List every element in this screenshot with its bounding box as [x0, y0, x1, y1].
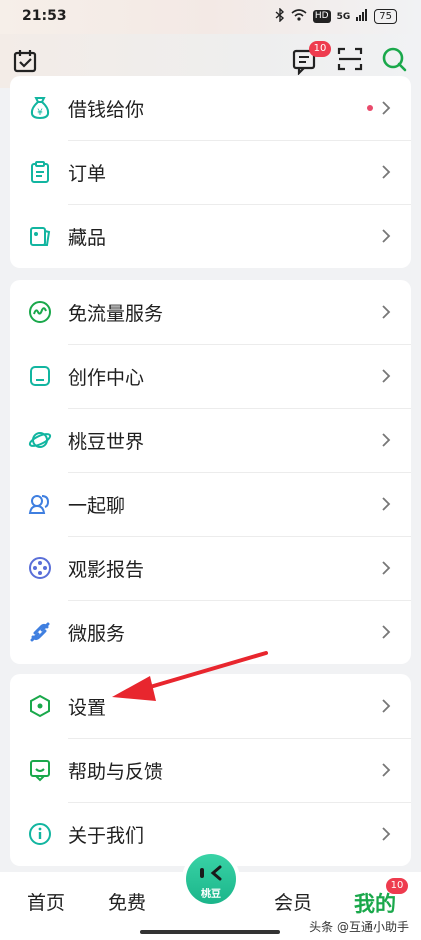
menu-item-viewing-report[interactable]: 观影报告: [10, 536, 411, 600]
menu-item-label: 藏品: [68, 226, 107, 249]
menu-item-label: 创作中心: [68, 366, 145, 389]
chevron-right-icon: [382, 561, 391, 575]
film-reel-icon: [29, 557, 51, 579]
menu-item-label: 微服务: [68, 622, 126, 645]
menu-item-label: 帮助与反馈: [68, 760, 164, 783]
scan-button[interactable]: [337, 46, 363, 76]
menu-item-label: 免流量服务: [68, 302, 164, 325]
chevron-right-icon: [382, 165, 391, 179]
home-indicator[interactable]: [140, 930, 280, 934]
chevron-right-icon: [382, 305, 391, 319]
menu-card-general: 设置 帮助与反馈 关于我们: [10, 674, 411, 866]
creation-icon: [30, 366, 50, 386]
bluetooth-icon: [275, 7, 285, 25]
menu-item-label: 一起聊: [68, 494, 126, 517]
signal-bars-icon: [356, 9, 368, 24]
status-time: 21:53: [22, 8, 67, 24]
menu-card-services: 免流量服务 创作中心 桃豆世界 一起聊 观影报告 微服务: [10, 280, 411, 664]
signal-5g: 5G: [336, 11, 351, 22]
menu-item-orders[interactable]: 订单: [10, 140, 411, 204]
menu-item-chat-together[interactable]: 一起聊: [10, 472, 411, 536]
menu-item-micro-service[interactable]: 微服务: [10, 600, 411, 664]
status-bar: 21:53 HD 5G 75: [0, 0, 421, 34]
nav-home[interactable]: 首页: [27, 888, 65, 915]
menu-item-creator-center[interactable]: 创作中心: [10, 344, 411, 408]
menu-item-label: 借钱给你: [68, 98, 145, 121]
clipboard-icon: [31, 161, 49, 183]
info-icon: [29, 823, 51, 845]
menu-item-label: 观影报告: [68, 558, 145, 581]
menu-item-label: 订单: [68, 162, 107, 185]
menu-item-help-feedback[interactable]: 帮助与反馈: [10, 738, 411, 802]
message-badge: 10: [309, 41, 331, 57]
taodou-mascot-icon: 桃豆: [186, 854, 236, 904]
menu-item-label: 桃豆世界: [68, 430, 145, 453]
menu-item-free-data[interactable]: 免流量服务: [10, 280, 411, 344]
menu-card-finance: ¥ 借钱给你 订单 藏品: [10, 76, 411, 268]
bottom-nav: 首页 免费 桃豆 会员 我的 10 头条 @互通小助手: [0, 850, 421, 940]
chevron-right-icon: [382, 101, 391, 115]
battery-indicator: 75: [374, 9, 397, 24]
planet-icon: [28, 432, 52, 448]
menu-item-collection[interactable]: 藏品: [10, 204, 411, 268]
collection-icon: [30, 227, 51, 246]
notification-dot: [367, 105, 373, 111]
chat-people-icon: [28, 495, 50, 514]
nav-taodou-button[interactable]: 桃豆: [182, 850, 240, 908]
menu-item-settings[interactable]: 设置: [10, 674, 411, 738]
nav-member[interactable]: 会员: [274, 888, 312, 915]
nav-free[interactable]: 免费: [108, 888, 146, 915]
link-icon: [30, 622, 50, 642]
chevron-right-icon: [382, 369, 391, 383]
mine-badge: 10: [386, 878, 408, 894]
feedback-icon: [30, 760, 50, 782]
hexagon-settings-icon: [30, 694, 50, 718]
chevron-right-icon: [382, 497, 391, 511]
watermark: 头条 @互通小助手: [307, 918, 411, 935]
wifi-icon: [291, 9, 307, 24]
wave-circle-icon: [29, 301, 51, 323]
menu-item-loan[interactable]: ¥ 借钱给你: [10, 76, 411, 140]
chevron-right-icon: [382, 229, 391, 243]
chevron-right-icon: [382, 763, 391, 777]
chevron-right-icon: [382, 433, 391, 447]
menu-item-taodou-world[interactable]: 桃豆世界: [10, 408, 411, 472]
calendar-check-icon[interactable]: [12, 48, 38, 74]
chevron-right-icon: [382, 699, 391, 713]
header-actions: 10: [291, 41, 407, 76]
status-icons: HD 5G 75: [275, 7, 397, 25]
money-bag-icon: ¥: [30, 97, 50, 120]
taodou-label: 桃豆: [201, 889, 221, 900]
menu-item-label: 设置: [68, 696, 107, 719]
search-icon: [382, 47, 407, 72]
hd-badge: HD: [312, 10, 331, 23]
svg-text:¥: ¥: [37, 108, 43, 118]
chevron-right-icon: [382, 827, 391, 841]
scan-icon: [337, 47, 363, 71]
message-button[interactable]: 10: [291, 41, 331, 76]
search-button[interactable]: [381, 46, 407, 76]
chevron-right-icon: [382, 625, 391, 639]
menu-item-label: 关于我们: [68, 824, 145, 847]
